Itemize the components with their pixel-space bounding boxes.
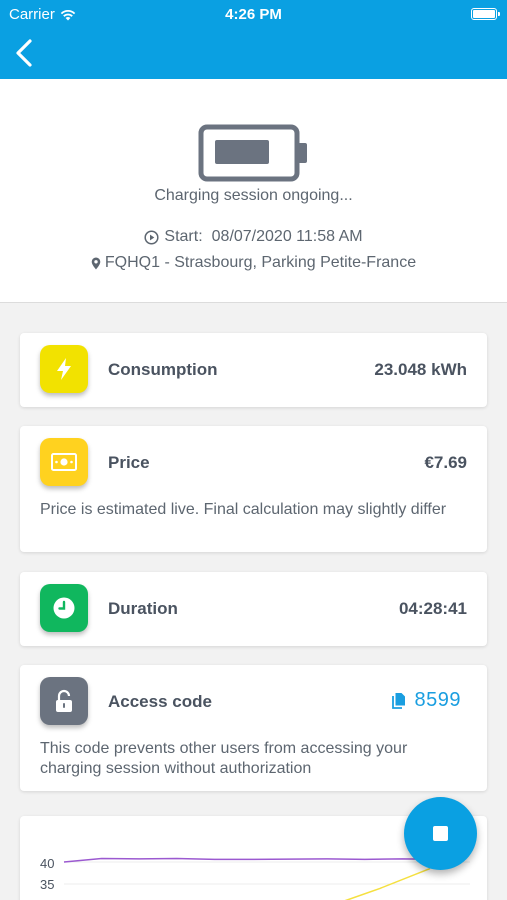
price-value: €7.69 (424, 453, 467, 472)
clock-icon (40, 584, 88, 632)
consumption-label: Consumption (108, 360, 218, 379)
clock-time: 4:26 PM (225, 6, 282, 23)
status-bar: Carrier 4:26 PM (0, 0, 507, 28)
play-circle-icon (144, 229, 159, 245)
consumption-value: 23.048 kWh (374, 360, 467, 379)
app-header: Carrier 4:26 PM (0, 0, 507, 79)
session-start: Start: 08/07/2020 11:58 AM (0, 228, 507, 246)
session-summary: Charging session ongoing... Start: 08/07… (0, 79, 507, 303)
session-status-text: Charging session ongoing... (154, 187, 353, 204)
access-code-card: Access code 8599 This code prevents othe… (20, 665, 487, 791)
session-location: FQHQ1 - Strasbourg, Parking Petite-Franc… (0, 254, 507, 272)
duration-card: Duration 04:28:41 (20, 572, 487, 646)
copy-icon (391, 693, 405, 709)
access-code-note: This code prevents other users from acce… (40, 740, 408, 777)
back-button[interactable] (10, 36, 40, 70)
duration-value: 04:28:41 (398, 599, 467, 618)
lightning-icon (40, 345, 88, 393)
unlock-icon (40, 677, 88, 725)
location-text: FQHQ1 - Strasbourg, Parking Petite-Franc… (104, 254, 417, 271)
price-card: Price €7.69 Price is estimated live. Fin… (20, 426, 487, 552)
access-code-label: Access code (108, 692, 212, 711)
start-label: Start: (164, 228, 203, 245)
access-code-copy[interactable]: 8599 (391, 689, 462, 712)
stop-icon (433, 826, 448, 841)
access-code-value: 8599 (414, 689, 461, 711)
battery-icon (198, 124, 307, 182)
chevron-left-icon (16, 39, 32, 67)
status-battery-icon (471, 8, 500, 20)
duration-label: Duration (108, 599, 178, 618)
consumption-card: Consumption 23.048 kWh (20, 333, 487, 407)
location-pin-icon (91, 257, 101, 269)
price-label: Price (108, 453, 150, 472)
series-line (63, 857, 441, 863)
price-note: Price is estimated live. Final calculati… (40, 501, 447, 518)
banknote-icon (40, 438, 88, 486)
start-value: 08/07/2020 11:58 AM (211, 228, 363, 245)
stop-session-button[interactable] (404, 797, 477, 870)
